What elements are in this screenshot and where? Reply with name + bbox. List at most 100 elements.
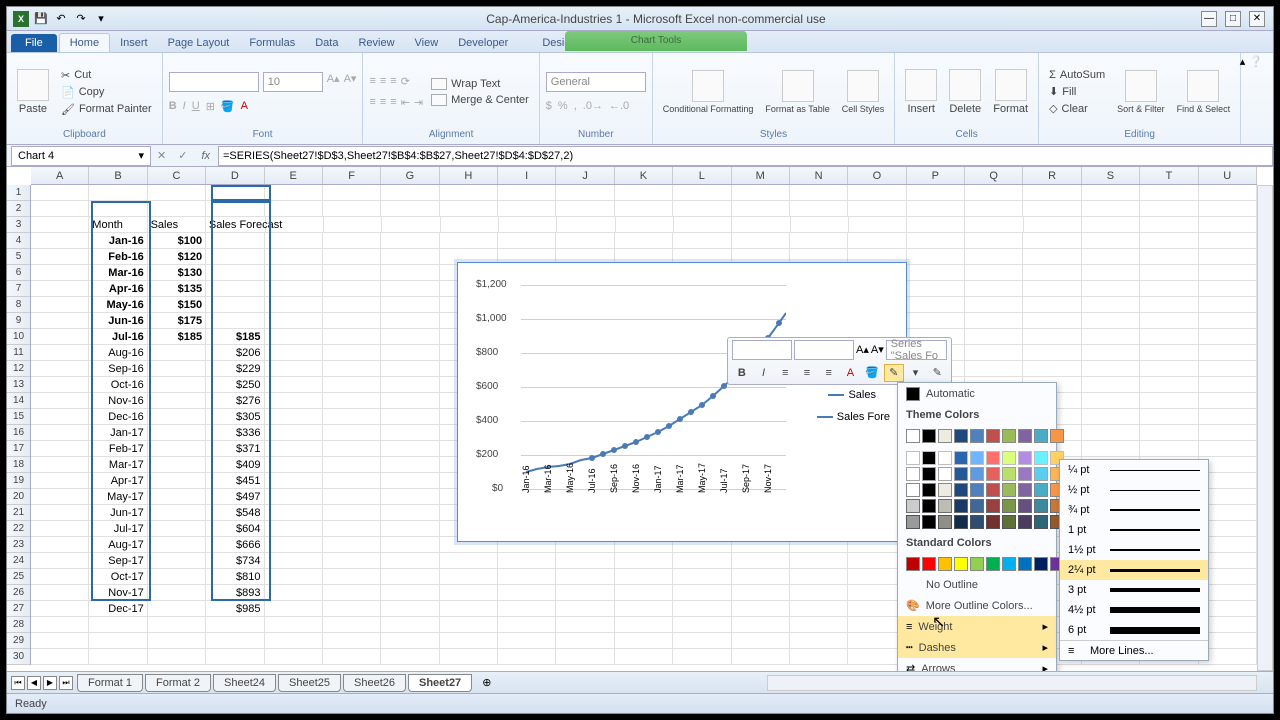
sheet-tab[interactable]: Sheet26 xyxy=(343,674,406,692)
color-swatch[interactable] xyxy=(1034,451,1048,465)
tab-file[interactable]: File xyxy=(11,34,57,52)
mini-align-center-icon[interactable]: ≡ xyxy=(797,364,817,382)
format-cells-button[interactable]: Format xyxy=(989,67,1032,117)
row-header-3[interactable]: 3 xyxy=(7,217,30,233)
sheet-tab[interactable]: Format 1 xyxy=(77,674,143,692)
col-header-P[interactable]: P xyxy=(907,167,965,184)
paste-button[interactable]: Paste xyxy=(13,67,53,117)
color-swatch[interactable] xyxy=(1034,515,1048,529)
color-swatch[interactable] xyxy=(1002,515,1016,529)
color-swatch[interactable] xyxy=(922,557,936,571)
color-swatch[interactable] xyxy=(1018,429,1032,443)
color-swatch[interactable] xyxy=(922,429,936,443)
weight-option[interactable]: ¾ pt xyxy=(1060,500,1208,520)
font-name-dropdown[interactable] xyxy=(169,72,259,92)
copy-button[interactable]: 📄Copy xyxy=(57,85,156,100)
align-center-icon[interactable]: ≡ xyxy=(380,96,386,109)
mini-align-left-icon[interactable]: ≡ xyxy=(775,364,795,382)
color-swatch[interactable] xyxy=(906,499,920,513)
color-swatch[interactable] xyxy=(1034,557,1048,571)
col-header-Q[interactable]: Q xyxy=(965,167,1023,184)
vertical-scrollbar[interactable] xyxy=(1257,185,1273,671)
orientation-icon[interactable]: ⟳ xyxy=(401,75,410,88)
mini-italic-button[interactable]: I xyxy=(754,364,774,382)
comma-icon[interactable]: , xyxy=(574,100,577,112)
color-swatch[interactable] xyxy=(1050,429,1064,443)
row-header-17[interactable]: 17 xyxy=(7,441,30,457)
color-swatch[interactable] xyxy=(954,515,968,529)
row-header-5[interactable]: 5 xyxy=(7,249,30,265)
col-header-E[interactable]: E xyxy=(265,167,323,184)
row-header-2[interactable]: 2 xyxy=(7,201,30,217)
col-header-A[interactable]: A xyxy=(31,167,89,184)
color-swatch[interactable] xyxy=(938,499,952,513)
row-header-26[interactable]: 26 xyxy=(7,585,30,601)
color-swatch[interactable] xyxy=(938,429,952,443)
color-swatch[interactable] xyxy=(1002,483,1016,497)
sheet-nav-first[interactable]: ⏮ xyxy=(11,676,25,690)
decrease-font-icon[interactable]: A▾ xyxy=(344,72,357,92)
color-swatch[interactable] xyxy=(922,467,936,481)
worksheet-grid[interactable]: ABCDEFGHIJKLMNOPQRSTU 123456789101112131… xyxy=(7,167,1273,671)
row-header-21[interactable]: 21 xyxy=(7,505,30,521)
conditional-formatting-button[interactable]: Conditional Formatting xyxy=(659,68,758,116)
increase-font-icon[interactable]: A▴ xyxy=(327,72,340,92)
sheet-tab[interactable]: Sheet27 xyxy=(408,674,472,692)
color-swatch[interactable] xyxy=(970,515,984,529)
mini-bold-button[interactable]: B xyxy=(732,364,752,382)
color-swatch[interactable] xyxy=(1034,483,1048,497)
color-swatch[interactable] xyxy=(986,483,1000,497)
format-painter-button[interactable]: 🖌Format Painter xyxy=(57,102,156,117)
color-swatch[interactable] xyxy=(954,467,968,481)
tab-home[interactable]: Home xyxy=(59,33,110,52)
underline-button[interactable]: U xyxy=(192,100,200,113)
weight-option[interactable]: 1 pt xyxy=(1060,520,1208,540)
legend-sales-forecast[interactable]: Sales Fore xyxy=(817,411,890,423)
minimize-button[interactable]: — xyxy=(1201,11,1217,27)
color-swatch[interactable] xyxy=(1034,499,1048,513)
color-swatch[interactable] xyxy=(1002,451,1016,465)
row-header-28[interactable]: 28 xyxy=(7,617,30,633)
color-swatch[interactable] xyxy=(986,429,1000,443)
weight-option[interactable]: 2¼ pt xyxy=(1060,560,1208,580)
color-swatch[interactable] xyxy=(986,499,1000,513)
color-swatch[interactable] xyxy=(954,557,968,571)
indent-dec-icon[interactable]: ⇤ xyxy=(401,96,410,109)
row-header-6[interactable]: 6 xyxy=(7,265,30,281)
row-header-20[interactable]: 20 xyxy=(7,489,30,505)
col-header-K[interactable]: K xyxy=(615,167,673,184)
color-swatch[interactable] xyxy=(1034,467,1048,481)
mini-outline-dropdown-icon[interactable]: ▾ xyxy=(906,364,926,382)
no-outline-option[interactable]: No Outline xyxy=(898,575,1056,595)
color-swatch[interactable] xyxy=(906,429,920,443)
color-swatch[interactable] xyxy=(922,499,936,513)
color-swatch[interactable] xyxy=(986,467,1000,481)
col-header-O[interactable]: O xyxy=(848,167,906,184)
sheet-nav-last[interactable]: ⏭ xyxy=(59,676,73,690)
sheet-nav-prev[interactable]: ◀ xyxy=(27,676,41,690)
sheet-tab[interactable]: Sheet25 xyxy=(278,674,341,692)
align-top-icon[interactable]: ≡ xyxy=(369,75,375,88)
color-swatch[interactable] xyxy=(906,557,920,571)
col-header-L[interactable]: L xyxy=(673,167,731,184)
row-header-12[interactable]: 12 xyxy=(7,361,30,377)
currency-icon[interactable]: $ xyxy=(546,100,552,112)
col-header-H[interactable]: H xyxy=(440,167,498,184)
legend-sales[interactable]: Sales xyxy=(828,389,876,401)
row-header-16[interactable]: 16 xyxy=(7,425,30,441)
col-header-R[interactable]: R xyxy=(1023,167,1081,184)
color-swatch[interactable] xyxy=(906,483,920,497)
dashes-submenu[interactable]: ┅Dashes▸ xyxy=(898,637,1056,658)
color-swatch[interactable] xyxy=(1018,557,1032,571)
mini-format-icon[interactable]: ✎ xyxy=(927,364,947,382)
mini-outline-button[interactable]: ✎ xyxy=(884,364,904,382)
clear-button[interactable]: ◇Clear xyxy=(1045,101,1109,116)
cut-button[interactable]: ✂Cut xyxy=(57,68,156,83)
cell-styles-button[interactable]: Cell Styles xyxy=(838,68,889,116)
row-header-30[interactable]: 30 xyxy=(7,649,30,665)
weight-option[interactable]: ½ pt xyxy=(1060,480,1208,500)
tab-view[interactable]: View xyxy=(405,34,449,52)
tab-review[interactable]: Review xyxy=(348,34,404,52)
more-outline-colors-option[interactable]: 🎨More Outline Colors... xyxy=(898,595,1056,616)
mini-series-dropdown[interactable]: Series "Sales Fo xyxy=(886,340,947,360)
